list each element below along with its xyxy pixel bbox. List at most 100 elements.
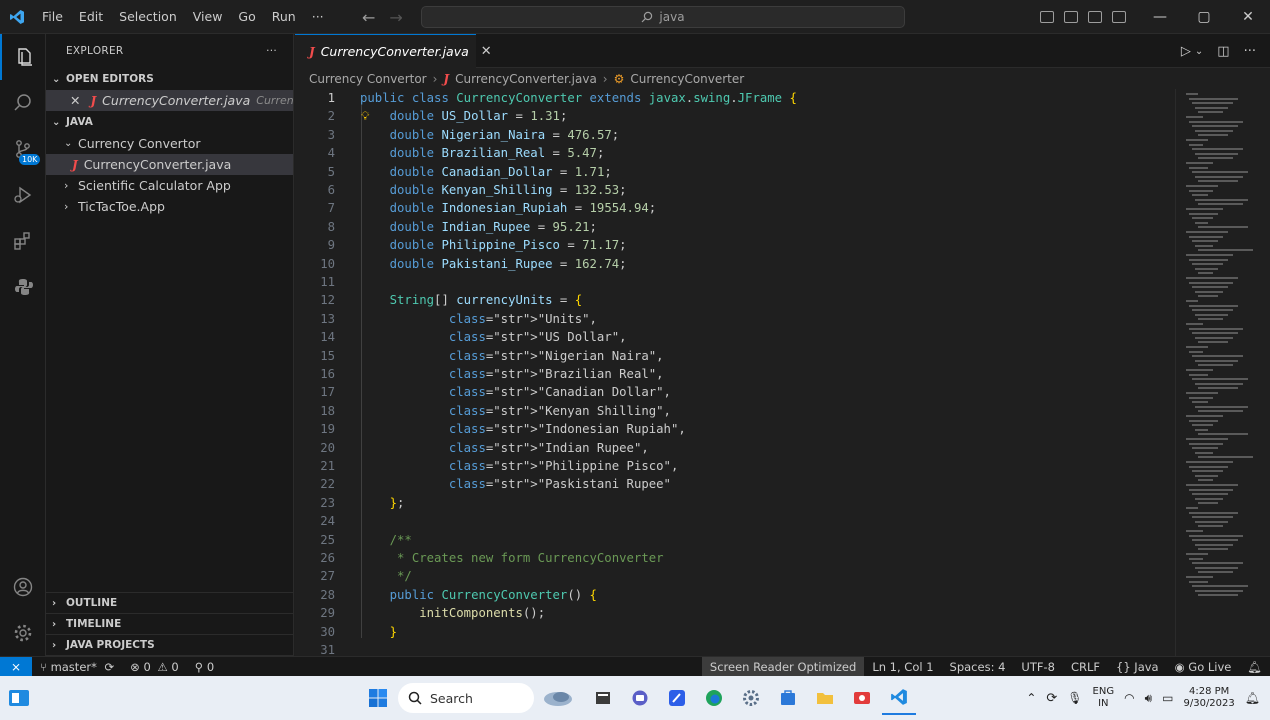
code-line[interactable]: 16 class="str">"Brazilian Real", xyxy=(295,365,1175,383)
taskbar-search[interactable]: Search xyxy=(398,683,534,713)
ports-status[interactable]: ⚲ 0 xyxy=(187,660,222,674)
indentation-status[interactable]: Spaces: 4 xyxy=(942,660,1014,674)
code-line[interactable]: 13 class="str">"Units", xyxy=(295,310,1175,328)
recorder-app-icon[interactable] xyxy=(845,681,879,715)
code-line[interactable]: 30 } xyxy=(295,623,1175,641)
menu-file[interactable]: File xyxy=(34,0,71,34)
bing-highlight-icon[interactable] xyxy=(538,681,578,715)
code-line[interactable]: 7 double Indonesian_Rupiah = 19554.94; xyxy=(295,199,1175,217)
notification-icon[interactable]: 🔔︎ xyxy=(1245,691,1260,705)
code-line[interactable]: 27 */ xyxy=(295,567,1175,585)
code-line[interactable]: 19 class="str">"Indonesian Rupiah", xyxy=(295,420,1175,438)
go-live-status[interactable]: ◉ Go Live xyxy=(1167,660,1240,674)
code-line[interactable]: 14 class="str">"US Dollar", xyxy=(295,328,1175,346)
menu-more[interactable]: ··· xyxy=(304,0,332,34)
notifications-bell-icon[interactable]: 🔔︎ xyxy=(1239,660,1270,674)
code-line[interactable]: 18 class="str">"Kenyan Shilling", xyxy=(295,402,1175,420)
command-center-search[interactable]: java xyxy=(421,6,905,28)
screen-reader-status[interactable]: Screen Reader Optimized xyxy=(701,657,865,677)
breadcrumb-class[interactable]: CurrencyConverter xyxy=(630,72,744,86)
branch-status[interactable]: ⑂ master* ⟳ xyxy=(32,660,122,674)
store-icon[interactable] xyxy=(771,681,805,715)
clock[interactable]: 4:28 PM 9/30/2023 xyxy=(1183,686,1234,710)
edge-browser-icon[interactable] xyxy=(697,681,731,715)
widgets-icon[interactable] xyxy=(2,681,36,715)
start-windows-icon[interactable] xyxy=(361,681,395,715)
maximize-icon[interactable]: ▢ xyxy=(1182,0,1226,34)
code-line[interactable]: 11 xyxy=(295,273,1175,291)
outline-section[interactable]: › OUTLINE xyxy=(46,593,293,614)
source-control-icon[interactable]: 10K xyxy=(0,126,46,172)
editor-app-icon[interactable] xyxy=(660,681,694,715)
code-line[interactable]: 22 class="str">"Paskistani Rupee" xyxy=(295,475,1175,493)
encoding-status[interactable]: UTF-8 xyxy=(1013,660,1063,674)
search-view-icon[interactable] xyxy=(0,80,46,126)
explorer-more-actions[interactable]: ··· xyxy=(266,45,277,57)
open-editors-section[interactable]: ⌄ OPEN EDITORS xyxy=(46,68,293,90)
close-editor-icon[interactable]: ✕ xyxy=(70,93,80,108)
customize-layout-icon[interactable] xyxy=(1112,11,1126,23)
menu-edit[interactable]: Edit xyxy=(71,0,111,34)
code-line[interactable]: 10 double Pakistani_Rupee = 162.74; xyxy=(295,255,1175,273)
settings-gear-icon[interactable] xyxy=(0,610,46,656)
close-tab-icon[interactable]: ✕ xyxy=(481,44,492,59)
code-line[interactable]: 8 double Indian_Rupee = 95.21; xyxy=(295,218,1175,236)
code-line[interactable]: 15 class="str">"Nigerian Naira", xyxy=(295,347,1175,365)
sync-tray-icon[interactable]: ⟳ xyxy=(1046,691,1057,706)
toggle-secondary-sidebar-icon[interactable] xyxy=(1088,11,1102,23)
language-status[interactable]: {} Java xyxy=(1108,660,1167,674)
code-line[interactable]: 6 double Kenyan_Shilling = 132.53; xyxy=(295,181,1175,199)
code-line[interactable]: 20 class="str">"Indian Rupee", xyxy=(295,439,1175,457)
menu-view[interactable]: View xyxy=(185,0,231,34)
tree-folder-tictactoe[interactable]: › TicTacToe.App xyxy=(46,196,293,217)
breadcrumb-file[interactable]: CurrencyConverter.java xyxy=(455,72,597,86)
vscode-taskbar-icon[interactable] xyxy=(882,681,916,715)
toggle-panel-icon[interactable] xyxy=(1064,11,1078,23)
code-line[interactable]: 4 double Brazilian_Real = 5.47; xyxy=(295,144,1175,162)
code-line[interactable]: 17 class="str">"Canadian Dollar", xyxy=(295,383,1175,401)
python-icon[interactable] xyxy=(0,264,46,310)
eol-status[interactable]: CRLF xyxy=(1063,660,1108,674)
tree-folder-currency-convertor[interactable]: ⌄ Currency Convertor xyxy=(46,133,293,154)
code-line[interactable]: 12 String[] currencyUnits = { xyxy=(295,291,1175,309)
open-editor-item[interactable]: ✕ J CurrencyConverter.java Currenc... xyxy=(46,90,293,111)
run-play-icon[interactable]: ▷ xyxy=(1181,44,1191,59)
java-projects-section[interactable]: › JAVA PROJECTS xyxy=(46,635,293,656)
code-line[interactable]: 21 class="str">"Philippine Pisco", xyxy=(295,457,1175,475)
battery-icon[interactable]: ▭ xyxy=(1162,691,1173,705)
close-window-icon[interactable]: ✕ xyxy=(1226,0,1270,34)
code-line[interactable]: 5 double Canadian_Dollar = 1.71; xyxy=(295,163,1175,181)
code-line[interactable]: 1 public class CurrencyConverter extends … xyxy=(295,89,1175,107)
tree-file-currencyconverter[interactable]: J CurrencyConverter.java xyxy=(46,154,293,175)
minimize-icon[interactable]: — xyxy=(1138,0,1182,34)
run-dropdown-chevron-icon[interactable]: ⌄ xyxy=(1195,46,1203,57)
language-indicator[interactable]: ENG IN xyxy=(1093,686,1115,710)
toggle-primary-sidebar-icon[interactable] xyxy=(1040,11,1054,23)
problems-status[interactable]: ⊗ 0 ⚠ 0 xyxy=(122,660,187,674)
lightbulb-quick-fix-icon[interactable]: 💡︎ xyxy=(361,107,369,125)
wifi-icon[interactable]: ◠ xyxy=(1124,691,1134,705)
java-folder-section[interactable]: ⌄ JAVA xyxy=(46,111,293,133)
menu-run[interactable]: Run xyxy=(264,0,304,34)
timeline-section[interactable]: › TIMELINE xyxy=(46,614,293,635)
code-line[interactable]: 28 public CurrencyConverter() { xyxy=(295,586,1175,604)
volume-icon[interactable]: 🔊︎ xyxy=(1145,691,1153,706)
forward-arrow-icon[interactable]: → xyxy=(389,8,402,27)
remote-indicator-icon[interactable]: ⨯ xyxy=(0,656,32,677)
code-editor[interactable]: 1 public class CurrencyConverter extends … xyxy=(295,89,1175,656)
breadcrumb-folder[interactable]: Currency Convertor xyxy=(309,72,427,86)
microphone-icon[interactable]: 🎙︎ xyxy=(1067,691,1082,705)
file-manager-icon[interactable] xyxy=(586,681,620,715)
code-line[interactable]: 23 }; xyxy=(295,494,1175,512)
editor-more-icon[interactable]: ··· xyxy=(1244,44,1256,59)
tree-folder-scientific-calculator[interactable]: › Scientific Calculator App xyxy=(46,175,293,196)
chat-icon[interactable] xyxy=(623,681,657,715)
code-line[interactable]: 9 double Philippine_Pisco = 71.17; xyxy=(295,236,1175,254)
code-line[interactable]: 31 xyxy=(295,641,1175,656)
cursor-position[interactable]: Ln 1, Col 1 xyxy=(864,660,941,674)
back-arrow-icon[interactable]: ← xyxy=(362,8,375,27)
folder-explorer-icon[interactable] xyxy=(808,681,842,715)
minimap[interactable] xyxy=(1175,89,1270,656)
code-line[interactable]: 29 initComponents(); xyxy=(295,604,1175,622)
code-line[interactable]: 25 /** xyxy=(295,531,1175,549)
